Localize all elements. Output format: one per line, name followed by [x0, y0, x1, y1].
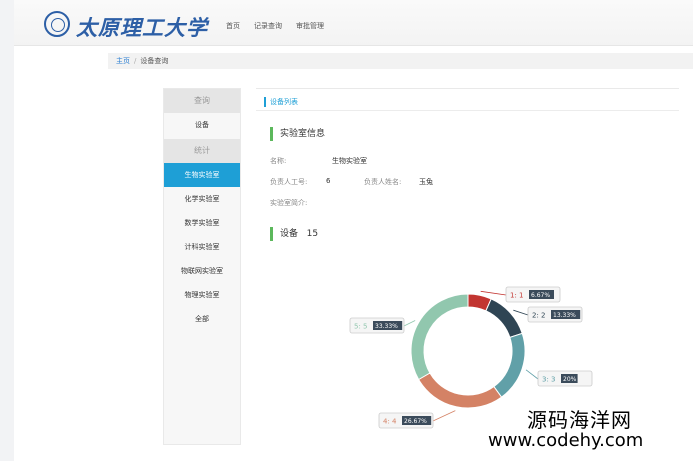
- slice-percent-3: 20%: [563, 376, 577, 383]
- leader-line-2: [513, 309, 529, 316]
- donut-slice-3[interactable]: [493, 332, 526, 398]
- slice-label-text-5: 5: 5: [354, 323, 368, 331]
- slice-percent-4: 26.67%: [404, 418, 427, 425]
- slice-label-text-2: 2: 2: [532, 312, 546, 320]
- slice-percent-1: 6.67%: [531, 292, 550, 299]
- equipment-donut-chart: 1: 1 6.67% 2: 2 13.33% 3: 3 20% 4: 4 26.67% 5: 5…: [349, 286, 593, 429]
- leader-line-5: [403, 320, 416, 327]
- slice-label-4: 4: 4 26.67%: [378, 412, 434, 429]
- watermark-line1: 源码海洋网: [527, 408, 632, 432]
- leader-line-4: [432, 410, 456, 422]
- slice-label-text-4: 4: 4: [383, 418, 397, 426]
- slice-label-3: 3: 3 20%: [537, 370, 593, 387]
- donut-slice-4[interactable]: [417, 372, 503, 409]
- slice-label-text-1: 1: 1: [510, 292, 524, 300]
- slice-label-5: 5: 5 33.33%: [349, 317, 405, 334]
- slice-percent-2: 13.33%: [553, 312, 576, 319]
- watermark-line2: www.codehy.com: [488, 430, 644, 451]
- slice-label-text-3: 3: 3: [542, 376, 556, 384]
- slice-percent-5: 33.33%: [375, 323, 398, 330]
- donut-slice-2[interactable]: [485, 298, 523, 339]
- slice-label-1: 1: 1 6.67%: [505, 286, 561, 303]
- donut-slice-5[interactable]: [410, 293, 469, 381]
- slice-label-2: 2: 2 13.33%: [527, 306, 583, 323]
- leader-line-3: [525, 369, 539, 380]
- leader-line-1: [480, 290, 507, 296]
